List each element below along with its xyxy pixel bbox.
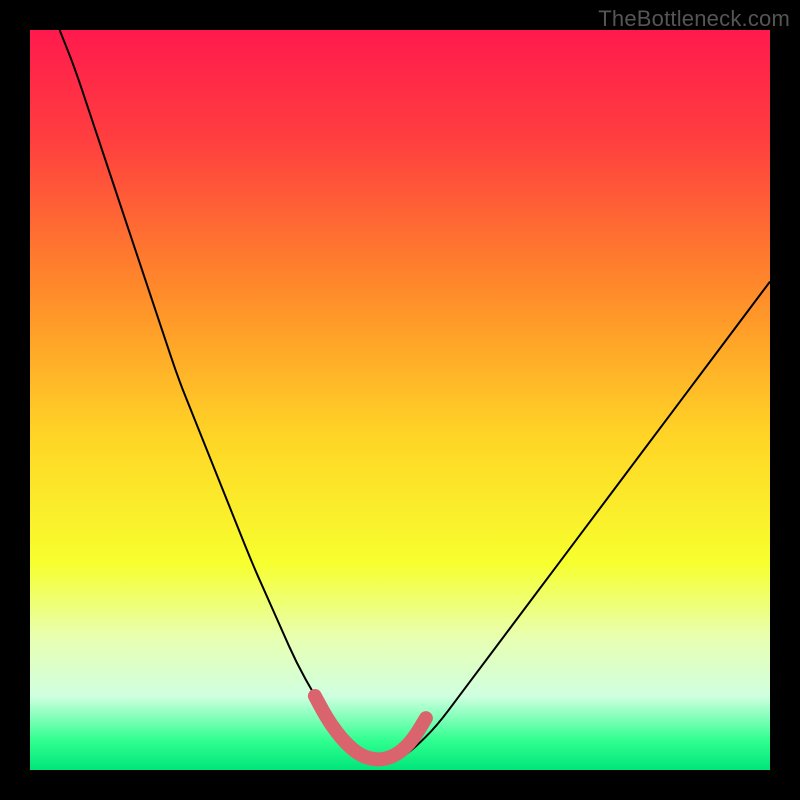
- chart-container: TheBottleneck.com: [0, 0, 800, 800]
- bottleneck-chart: [0, 0, 800, 800]
- plot-background: [30, 30, 770, 770]
- watermark-text: TheBottleneck.com: [598, 6, 790, 32]
